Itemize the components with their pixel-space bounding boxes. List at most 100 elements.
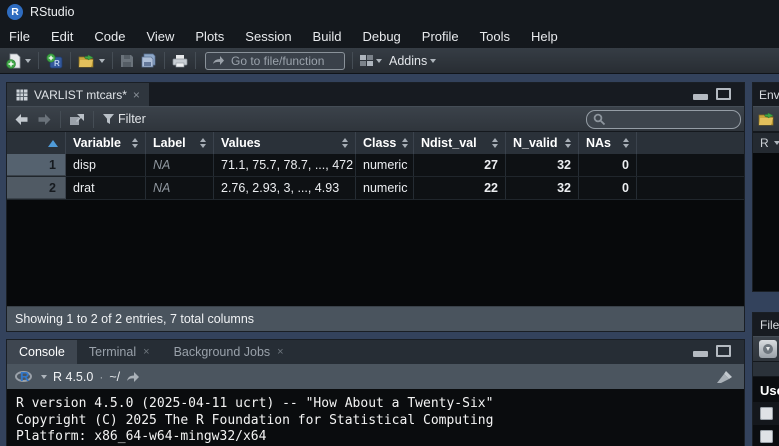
- menu-session[interactable]: Session: [245, 29, 291, 44]
- source-pane-window-controls: [693, 88, 731, 100]
- load-workspace-folder-icon[interactable]: [758, 112, 776, 126]
- data-grid-icon: [16, 89, 28, 101]
- toolbar-separator: [352, 52, 353, 69]
- install-package-icon[interactable]: [759, 340, 777, 358]
- row-number-cell: 1: [7, 154, 66, 176]
- list-item[interactable]: [753, 402, 779, 425]
- tab-label: Files: [760, 318, 779, 332]
- tab-environment[interactable]: Envir: [753, 83, 779, 106]
- menu-debug[interactable]: Debug: [362, 29, 400, 44]
- tab-close-icon[interactable]: ×: [133, 89, 140, 101]
- cell-nas: 0: [579, 177, 637, 199]
- checkbox[interactable]: [760, 430, 773, 443]
- minimize-pane-icon[interactable]: [693, 94, 708, 100]
- cell-label: NA: [146, 177, 214, 199]
- filter-label: Filter: [118, 112, 146, 126]
- new-file-button[interactable]: [6, 53, 31, 69]
- goto-file-input[interactable]: Go to file/function: [205, 52, 345, 70]
- pane-layout-button[interactable]: [360, 55, 382, 66]
- goto-working-dir-icon[interactable]: [126, 371, 140, 382]
- column-header-rownum[interactable]: [7, 132, 66, 154]
- column-label: Label: [153, 136, 186, 150]
- table-row[interactable]: 2 drat NA 2.76, 2.93, 3, ..., 4.93 numer…: [7, 177, 744, 200]
- tab-varlist-mtcars[interactable]: VARLIST mtcars* ×: [7, 83, 149, 106]
- table-search-input[interactable]: [610, 113, 728, 127]
- column-header-ndist-val[interactable]: Ndist_val: [414, 132, 506, 154]
- new-file-icon: [6, 53, 22, 69]
- addins-button[interactable]: Addins: [389, 54, 436, 68]
- menu-file[interactable]: File: [9, 29, 30, 44]
- clear-console-broom-icon[interactable]: [716, 370, 734, 384]
- r-version-label: R 4.5.0: [53, 370, 93, 384]
- r-logo-icon: R: [15, 369, 35, 384]
- goto-arrow-icon: [212, 55, 225, 67]
- menu-profile[interactable]: Profile: [422, 29, 459, 44]
- cell-class: numeric: [356, 154, 414, 176]
- console-toolbar: R R 4.5.0 · ~/: [7, 364, 744, 389]
- save-button[interactable]: [120, 54, 134, 68]
- maximize-pane-icon[interactable]: [716, 88, 731, 100]
- back-arrow-icon[interactable]: [14, 113, 29, 126]
- filter-button[interactable]: Filter: [102, 112, 146, 126]
- toolbar-separator: [60, 111, 61, 128]
- menu-edit[interactable]: Edit: [51, 29, 73, 44]
- menu-tools[interactable]: Tools: [480, 29, 510, 44]
- forward-arrow-icon[interactable]: [37, 113, 52, 126]
- sort-icon: [623, 138, 629, 148]
- menu-help[interactable]: Help: [531, 29, 558, 44]
- menu-code[interactable]: Code: [94, 29, 125, 44]
- table-row[interactable]: 1 disp NA 71.1, 75.7, 78.7, ..., 472 num…: [7, 154, 744, 177]
- maximize-pane-icon[interactable]: [716, 345, 731, 357]
- files-list: User: [753, 377, 779, 446]
- cell-ndist-val: 22: [414, 177, 506, 199]
- environment-language-selector[interactable]: R: [753, 132, 779, 153]
- cell-class: numeric: [356, 177, 414, 199]
- console-tabstrip: Console Terminal × Background Jobs ×: [7, 340, 744, 364]
- library-section-title: User: [753, 377, 779, 402]
- menu-build[interactable]: Build: [313, 29, 342, 44]
- cell-variable: disp: [66, 154, 146, 176]
- checkbox[interactable]: [760, 407, 773, 420]
- r-version-caret-icon[interactable]: [41, 375, 47, 379]
- tab-close-icon[interactable]: ×: [277, 346, 283, 358]
- toolbar-separator: [70, 52, 71, 69]
- tab-files[interactable]: Files: [753, 313, 779, 336]
- menu-view[interactable]: View: [146, 29, 174, 44]
- column-header-variable[interactable]: Variable: [66, 132, 146, 154]
- column-header-nas[interactable]: NAs: [579, 132, 637, 154]
- table-status-bar: Showing 1 to 2 of 2 entries, 7 total col…: [7, 306, 744, 331]
- menu-plots[interactable]: Plots: [195, 29, 224, 44]
- toolbar-separator: [38, 52, 39, 69]
- column-header-class[interactable]: Class: [356, 132, 414, 154]
- save-all-button[interactable]: [141, 53, 157, 68]
- table-search-box[interactable]: [586, 110, 741, 129]
- sort-icon: [200, 138, 206, 148]
- tab-terminal[interactable]: Terminal ×: [77, 340, 162, 364]
- tab-close-icon[interactable]: ×: [143, 346, 149, 358]
- column-header-values[interactable]: Values: [214, 132, 356, 154]
- pane-layout-icon: [360, 55, 373, 66]
- new-project-button[interactable]: R: [46, 53, 63, 69]
- print-button[interactable]: [172, 54, 188, 68]
- tab-console[interactable]: Console: [7, 340, 77, 364]
- new-project-icon: R: [46, 53, 63, 69]
- open-file-button[interactable]: [78, 54, 105, 68]
- open-in-new-window-icon[interactable]: [69, 113, 85, 126]
- rstudio-logo-icon: R: [7, 4, 23, 20]
- separator-dot: ·: [99, 370, 103, 384]
- console-output[interactable]: R version 4.5.0 (2025-04-11 ucrt) -- "Ho…: [7, 389, 744, 446]
- list-item[interactable]: [753, 425, 779, 446]
- minimize-pane-icon[interactable]: [693, 351, 708, 357]
- files-tabstrip: Files: [753, 313, 779, 336]
- cell-values: 71.1, 75.7, 78.7, ..., 472: [214, 154, 356, 176]
- column-label: N_valid: [513, 136, 557, 150]
- column-label: Ndist_val: [421, 136, 477, 150]
- tab-background-jobs[interactable]: Background Jobs ×: [162, 340, 296, 364]
- language-caret-icon: [774, 141, 779, 145]
- sort-icon: [565, 138, 571, 148]
- column-label: Variable: [73, 136, 121, 150]
- column-header-n-valid[interactable]: N_valid: [506, 132, 579, 154]
- column-header-label[interactable]: Label: [146, 132, 214, 154]
- sort-icon: [402, 138, 408, 148]
- workspace: VARLIST mtcars* ×: [0, 74, 779, 446]
